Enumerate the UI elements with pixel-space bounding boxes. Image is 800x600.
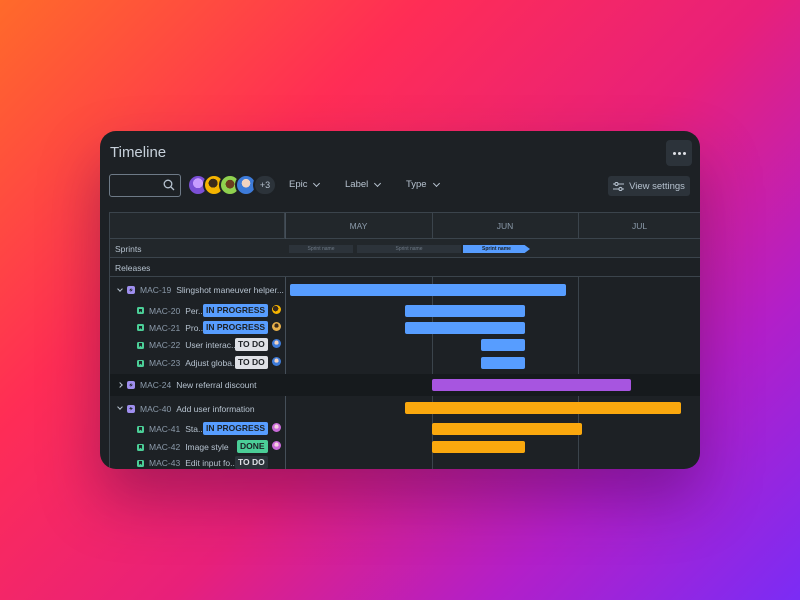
filter-type[interactable]: Type xyxy=(406,179,440,190)
table-row[interactable]: MAC-24 New referral discount xyxy=(110,374,700,396)
timeline-bar[interactable] xyxy=(405,402,681,414)
issue-key[interactable]: MAC-42 xyxy=(149,442,180,452)
status-badge[interactable]: TO DO xyxy=(235,356,268,369)
epic-icon xyxy=(127,286,135,294)
story-icon xyxy=(137,443,144,451)
issue-key[interactable]: MAC-22 xyxy=(149,340,180,350)
story-icon xyxy=(137,324,144,331)
more-icon xyxy=(672,151,676,155)
issue-key[interactable]: MAC-43 xyxy=(149,458,180,468)
epic-icon xyxy=(127,381,135,389)
filter-label[interactable]: Label xyxy=(345,179,382,190)
issue-key[interactable]: MAC-21 xyxy=(149,323,180,333)
issue-key[interactable]: MAC-40 xyxy=(140,404,171,414)
timeline-bar[interactable] xyxy=(290,284,566,296)
table-row[interactable]: MAC-22 User interac... TO DO xyxy=(110,336,700,354)
chevron-down-icon xyxy=(117,285,123,292)
chevron-right-icon xyxy=(117,382,123,388)
expand-toggle[interactable] xyxy=(115,382,125,388)
issue-key[interactable]: MAC-23 xyxy=(149,358,180,368)
table-row[interactable]: MAC-43 Edit input fo... TO DO xyxy=(110,456,700,469)
issue-key[interactable]: MAC-24 xyxy=(140,380,171,390)
timeline-bar[interactable] xyxy=(432,441,525,453)
chevron-down-icon xyxy=(374,179,382,187)
timeline-grid: MAY JUN JUL Sprints Sprint name Sprint n… xyxy=(109,212,700,469)
timeline-header-left xyxy=(110,213,285,239)
epic-icon xyxy=(127,404,135,413)
avatar[interactable] xyxy=(272,339,281,348)
issue-key[interactable]: MAC-41 xyxy=(149,424,180,434)
sprint-pill[interactable]: Sprint name xyxy=(289,245,353,253)
status-badge[interactable]: IN PROGRESS xyxy=(203,321,269,334)
sprint-pill-active[interactable]: Sprint name xyxy=(463,245,530,253)
avatar[interactable] xyxy=(272,423,281,432)
table-row[interactable]: MAC-21 Pro... IN PROGRESS xyxy=(110,319,700,336)
table-row[interactable]: MAC-41 Sta... IN PROGRESS xyxy=(110,420,700,438)
timeline-bar[interactable] xyxy=(481,339,525,351)
view-settings-button[interactable]: View settings xyxy=(608,176,690,196)
chevron-down-icon xyxy=(117,404,123,410)
releases-row: Releases xyxy=(110,258,700,277)
story-icon xyxy=(137,341,144,349)
avatar[interactable] xyxy=(272,357,281,366)
collapse-toggle[interactable] xyxy=(115,285,125,292)
chevron-down-icon xyxy=(313,179,321,187)
search-input[interactable] xyxy=(109,174,181,197)
status-badge[interactable]: DONE xyxy=(237,440,268,453)
status-badge[interactable]: IN PROGRESS xyxy=(203,422,269,435)
sprints-label: Sprints xyxy=(115,243,142,254)
issue-summary[interactable]: Edit input fo... xyxy=(185,458,237,468)
timeline-bar[interactable] xyxy=(405,305,525,317)
table-row[interactable]: MAC-20 Per... IN PROGRESS xyxy=(110,302,700,319)
issue-summary[interactable]: Image style xyxy=(185,442,228,452)
story-icon xyxy=(137,459,144,467)
table-row[interactable]: MAC-19 Slingshot maneuver helper... xyxy=(110,281,700,299)
issue-summary[interactable]: New referral discount xyxy=(176,380,256,390)
timeline-bar[interactable] xyxy=(432,379,631,391)
story-icon xyxy=(137,425,144,433)
sliders-icon xyxy=(613,181,625,191)
sprints-row: Sprints Sprint name Sprint name Sprint n… xyxy=(110,239,700,258)
issue-summary[interactable]: Adjust globa... xyxy=(185,358,239,368)
issue-key[interactable]: MAC-20 xyxy=(149,306,180,316)
table-row[interactable]: MAC-42 Image style DONE xyxy=(110,438,700,456)
avatars-more-count[interactable]: +3 xyxy=(253,174,277,196)
avatar[interactable] xyxy=(272,441,281,450)
more-actions-button[interactable] xyxy=(666,140,692,166)
sprint-pill[interactable]: Sprint name xyxy=(357,245,461,253)
issue-summary[interactable]: User interac... xyxy=(185,340,238,350)
collapse-toggle[interactable] xyxy=(115,404,125,410)
chevron-down-icon xyxy=(432,179,440,187)
timeline-bar[interactable] xyxy=(432,423,582,435)
table-row[interactable]: MAC-23 Adjust globa... TO DO xyxy=(110,354,700,372)
issue-summary[interactable]: Add user information xyxy=(176,404,254,414)
month-may: MAY xyxy=(285,213,432,239)
status-badge[interactable]: TO DO xyxy=(235,338,268,351)
status-badge[interactable]: TO DO xyxy=(235,456,268,469)
table-row[interactable]: MAC-40 Add user information xyxy=(110,399,700,418)
search-icon xyxy=(163,179,175,191)
avatar[interactable] xyxy=(272,305,281,314)
story-icon xyxy=(137,307,144,314)
filter-epic[interactable]: Epic xyxy=(289,179,321,190)
page-title: Timeline xyxy=(110,144,167,161)
status-badge[interactable]: IN PROGRESS xyxy=(203,304,269,317)
timeline-bar[interactable] xyxy=(481,357,525,369)
timeline-bar[interactable] xyxy=(405,322,525,334)
month-jun: JUN xyxy=(432,213,578,239)
month-jul: JUL xyxy=(578,213,700,239)
issue-key[interactable]: MAC-19 xyxy=(140,285,171,295)
issue-summary[interactable]: Slingshot maneuver helper... xyxy=(176,285,284,295)
story-icon xyxy=(137,359,144,367)
timeline-window: Timeline +3 Epic Label Type View setting… xyxy=(100,131,700,469)
releases-label: Releases xyxy=(115,262,151,273)
avatar[interactable] xyxy=(272,322,281,331)
